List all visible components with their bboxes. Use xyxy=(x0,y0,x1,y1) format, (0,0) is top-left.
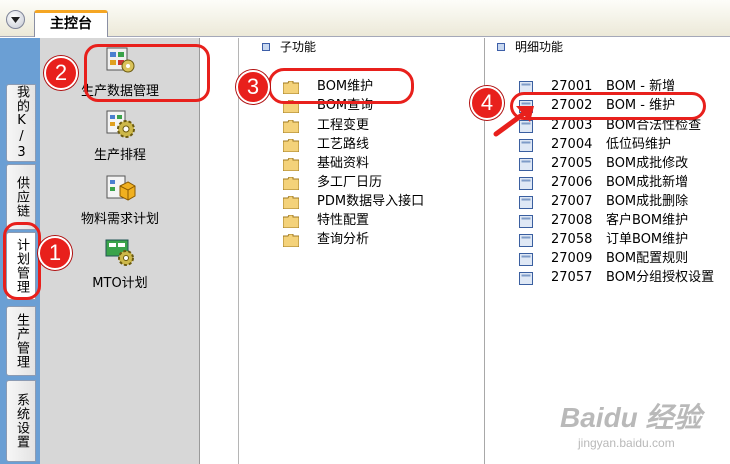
detail-function-header: 明细功能 xyxy=(497,38,563,56)
folder-icon xyxy=(283,196,299,209)
top-tab-bar: 主控台 xyxy=(0,0,730,37)
watermark: Baidu 经验 jingyan.baidu.com xyxy=(560,402,702,450)
header-bullet-icon xyxy=(497,43,505,51)
document-icon xyxy=(519,215,533,228)
detail-item-27007[interactable]: 27007 BOM成批删除 xyxy=(519,193,719,211)
pane-spacer xyxy=(201,38,239,464)
document-icon xyxy=(519,139,533,152)
folder-icon xyxy=(283,158,299,171)
subfunction-item-engineering-change[interactable]: 工程变更 xyxy=(283,117,403,135)
annotation-ring-planning-tab xyxy=(3,222,41,300)
folder-icon xyxy=(283,139,299,152)
subfunction-item-pdm-import[interactable]: PDM数据导入接口 xyxy=(283,193,453,211)
document-icon xyxy=(519,196,533,209)
mrp-cube-icon xyxy=(106,175,136,201)
detail-item-27057[interactable]: 27057 BOM分组授权设置 xyxy=(519,269,724,287)
side-tab-supply-chain[interactable]: 供应链 xyxy=(6,164,36,230)
annotation-step-4: 4 xyxy=(470,86,504,120)
detail-item-27004[interactable]: 27004 低位码维护 xyxy=(519,136,719,154)
folder-icon xyxy=(283,177,299,190)
detail-item-27058[interactable]: 27058 订单BOM维护 xyxy=(519,231,719,249)
detail-item-27009[interactable]: 27009 BOM配置规则 xyxy=(519,250,719,268)
subfunction-header: 子功能 xyxy=(262,38,316,56)
annotation-ring-bom-maintenance xyxy=(268,68,414,104)
subfunction-item-basic-data[interactable]: 基础资料 xyxy=(283,155,403,173)
detail-item-27005[interactable]: 27005 BOM成批修改 xyxy=(519,155,719,173)
subfunction-item-query-analysis[interactable]: 查询分析 xyxy=(283,231,403,249)
folder-icon xyxy=(283,215,299,228)
document-icon xyxy=(519,158,533,171)
folder-icon xyxy=(283,120,299,133)
detail-item-27008[interactable]: 27008 客户BOM维护 xyxy=(519,212,719,230)
category-mrp[interactable]: 物料需求计划 xyxy=(40,172,200,227)
annotation-step-1: 1 xyxy=(38,236,72,270)
subfunction-item-routing[interactable]: 工艺路线 xyxy=(283,136,403,154)
scheduling-gear-icon xyxy=(106,110,135,138)
side-tab-production[interactable]: 生产管理 xyxy=(6,306,36,376)
side-tab-system-settings[interactable]: 系统设置 xyxy=(6,380,36,462)
tab-main-console[interactable]: 主控台 xyxy=(34,10,108,37)
mto-gear-icon xyxy=(105,239,134,266)
detail-item-27006[interactable]: 27006 BOM成批新增 xyxy=(519,174,719,192)
header-bullet-icon xyxy=(262,43,270,51)
document-icon xyxy=(519,234,533,247)
subfunction-item-multi-factory-calendar[interactable]: 多工厂日历 xyxy=(283,174,403,192)
folder-icon xyxy=(283,234,299,247)
document-icon xyxy=(519,177,533,190)
category-production-scheduling[interactable]: 生产排程 xyxy=(40,108,200,163)
document-icon xyxy=(519,272,533,285)
document-icon xyxy=(519,253,533,266)
side-tab-my-k3[interactable]: 我的K/3 xyxy=(6,84,36,162)
annotation-ring-production-data xyxy=(84,44,210,102)
chevron-down-icon xyxy=(11,16,20,23)
tab-dropdown-button[interactable] xyxy=(6,10,25,29)
annotation-step-2: 2 xyxy=(44,56,78,90)
annotation-step-3: 3 xyxy=(236,70,270,104)
subfunction-item-feature-config[interactable]: 特性配置 xyxy=(283,212,403,230)
